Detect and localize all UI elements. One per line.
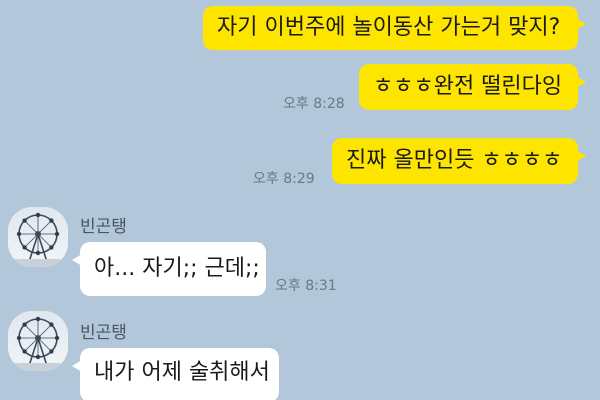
- message-text: 자기 이번주에 놀이동산 가는거 맞지?: [217, 15, 561, 40]
- message-text: 내가 어제 술취해서: [94, 360, 270, 385]
- ferris-wheel-icon: [8, 207, 68, 267]
- contact-avatar[interactable]: [8, 207, 68, 267]
- chat-area: 자기 이번주에 놀이동산 가는거 맞지? 오후 8:28 ㅎㅎㅎ완전 떨린다잉 …: [0, 0, 600, 400]
- ferris-wheel-icon: [8, 311, 68, 371]
- message-text: 진짜 올만인듯 ㅎㅎㅎㅎ: [346, 148, 563, 173]
- sender-name: 빈곤탱: [80, 323, 127, 343]
- message-time: 오후 8:29: [253, 171, 315, 187]
- their-message-bubble[interactable]: 아... 자기;; 근데;;: [72, 242, 266, 296]
- my-message-bubble[interactable]: ㅎㅎㅎ완전 떨린다잉: [359, 64, 586, 110]
- my-message-bubble[interactable]: 진짜 올만인듯 ㅎㅎㅎㅎ: [332, 138, 586, 184]
- my-message-bubble[interactable]: 자기 이번주에 놀이동산 가는거 맞지?: [203, 6, 586, 50]
- message-time: 오후 8:31: [275, 278, 337, 294]
- contact-avatar[interactable]: [8, 311, 68, 371]
- their-message-bubble[interactable]: 내가 어제 술취해서: [72, 348, 279, 400]
- message-text: ㅎㅎㅎ완전 떨린다잉: [373, 74, 563, 99]
- message-text: 아... 자기;; 근데;;: [94, 256, 260, 281]
- message-time: 오후 8:28: [283, 96, 345, 112]
- sender-name: 빈곤탱: [80, 217, 127, 237]
